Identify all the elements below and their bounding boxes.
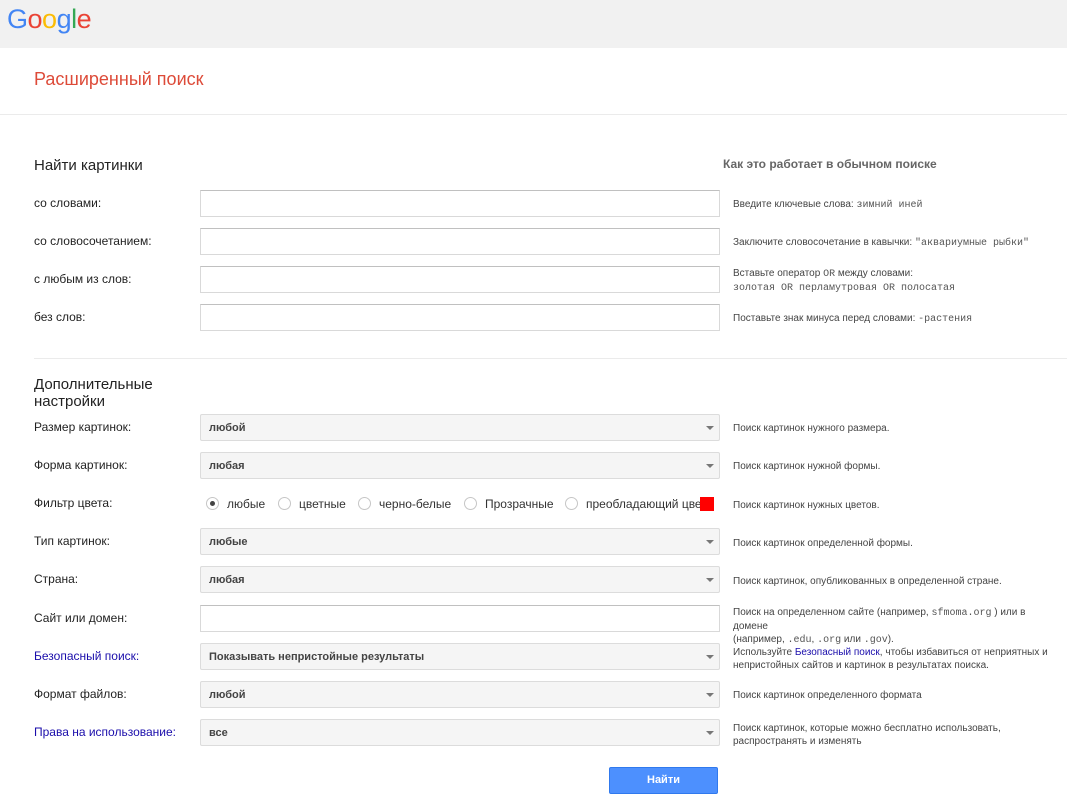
color-filter-hint: Поиск картинок нужных цветов. (733, 500, 880, 511)
radio-checked-icon (206, 497, 219, 510)
image-size-select[interactable]: любой (200, 414, 720, 441)
chevron-down-icon (706, 693, 714, 697)
find-images-heading: Найти картинки (34, 157, 143, 174)
color-filter-label: Фильтр цвета: (34, 496, 113, 510)
country-select[interactable]: любая (200, 566, 720, 593)
color-filter-row: Фильтр цвета: любые цветные черно-белые … (0, 490, 1067, 517)
usage-rights-hint: Поиск картинок, которые можно бесплатно … (733, 723, 1001, 747)
image-shape-row: Форма картинок: любая Поиск картинок нуж… (0, 452, 1067, 479)
any-words-hint: Вставьте оператор OR между словами: золо… (733, 268, 956, 294)
page-header: Расширенный поиск (0, 48, 1067, 115)
image-type-label: Тип картинок: (34, 534, 111, 548)
all-words-input[interactable] (200, 190, 720, 217)
safe-search-row: Безопасный поиск: Показывать непристойны… (0, 643, 1067, 671)
country-hint: Поиск картинок, опубликованных в определ… (733, 576, 1002, 587)
file-format-row: Формат файлов: любой Поиск картинок опре… (0, 681, 1067, 708)
chevron-down-icon (706, 578, 714, 582)
file-format-select[interactable]: любой (200, 681, 720, 708)
radio-icon (565, 497, 578, 510)
image-shape-label: Форма картинок: (34, 458, 128, 472)
exact-phrase-row: со словосочетанием: Заключите словосочет… (0, 228, 1067, 255)
none-words-row: без слов: Поставьте знак минуса перед сл… (0, 304, 1067, 331)
color-swatch[interactable] (700, 497, 714, 511)
any-words-label: с любым из слов: (34, 272, 132, 286)
country-label: Страна: (34, 572, 79, 586)
radio-icon (278, 497, 291, 510)
site-domain-label: Сайт или домен: (34, 611, 128, 625)
safe-search-link[interactable]: Безопасный поиск: (34, 649, 139, 663)
usage-rights-link[interactable]: Права на использование: (34, 725, 176, 739)
site-domain-input[interactable] (200, 605, 720, 632)
top-bar: Google (0, 0, 1067, 48)
chevron-down-icon (706, 655, 714, 659)
safe-search-hint-link[interactable]: Безопасный поиск (795, 647, 880, 658)
section-divider (34, 358, 1067, 359)
any-words-input[interactable] (200, 266, 720, 293)
all-words-hint: Введите ключевые слова: зимний иней (733, 199, 923, 211)
color-radio-dominant[interactable]: преобладающий цвет (565, 496, 705, 512)
image-type-select[interactable]: любые (200, 528, 720, 555)
image-type-hint: Поиск картинок определенной формы. (733, 538, 913, 549)
image-size-row: Размер картинок: любой Поиск картинок ну… (0, 414, 1067, 441)
how-it-works-heading: Как это работает в обычном поиске (723, 157, 937, 171)
safe-search-select[interactable]: Показывать непристойные результаты (200, 643, 720, 670)
safe-search-hint: Используйте Безопасный поиск, чтобы изба… (733, 647, 1048, 671)
none-words-input[interactable] (200, 304, 720, 331)
exact-phrase-input[interactable] (200, 228, 720, 255)
any-words-row: с любым из слов: Вставьте оператор OR ме… (0, 266, 1067, 294)
site-domain-row: Сайт или домен: Поиск на определенном са… (0, 605, 1067, 646)
usage-rights-row: Права на использование: все Поиск картин… (0, 719, 1067, 747)
file-format-label: Формат файлов: (34, 687, 127, 701)
none-words-hint: Поставьте знак минуса перед словами: -ра… (733, 313, 973, 325)
chevron-down-icon (706, 464, 714, 468)
radio-icon (464, 497, 477, 510)
additional-settings-heading: Дополнительные настройки (34, 376, 153, 410)
none-words-label: без слов: (34, 310, 86, 324)
image-type-row: Тип картинок: любые Поиск картинок опред… (0, 528, 1067, 555)
usage-rights-select[interactable]: все (200, 719, 720, 746)
image-shape-select[interactable]: любая (200, 452, 720, 479)
image-shape-hint: Поиск картинок нужной формы. (733, 461, 881, 472)
search-button[interactable]: Найти (609, 767, 718, 794)
chevron-down-icon (706, 731, 714, 735)
image-size-label: Размер картинок: (34, 420, 132, 434)
site-domain-hint: Поиск на определенном сайте (например, s… (733, 607, 1026, 646)
radio-icon (358, 497, 371, 510)
page-title: Расширенный поиск (34, 69, 204, 89)
exact-phrase-label: со словосочетанием: (34, 234, 152, 248)
country-row: Страна: любая Поиск картинок, опубликова… (0, 566, 1067, 593)
all-words-label: со словами: (34, 196, 102, 210)
exact-phrase-hint: Заключите словосочетание в кавычки: "акв… (733, 237, 1029, 249)
chevron-down-icon (706, 540, 714, 544)
all-words-row: со словами: Введите ключевые слова: зимн… (0, 190, 1067, 217)
google-logo[interactable]: Google (7, 4, 92, 35)
file-format-hint: Поиск картинок определенного формата (733, 690, 922, 701)
image-size-hint: Поиск картинок нужного размера. (733, 423, 890, 434)
chevron-down-icon (706, 426, 714, 430)
